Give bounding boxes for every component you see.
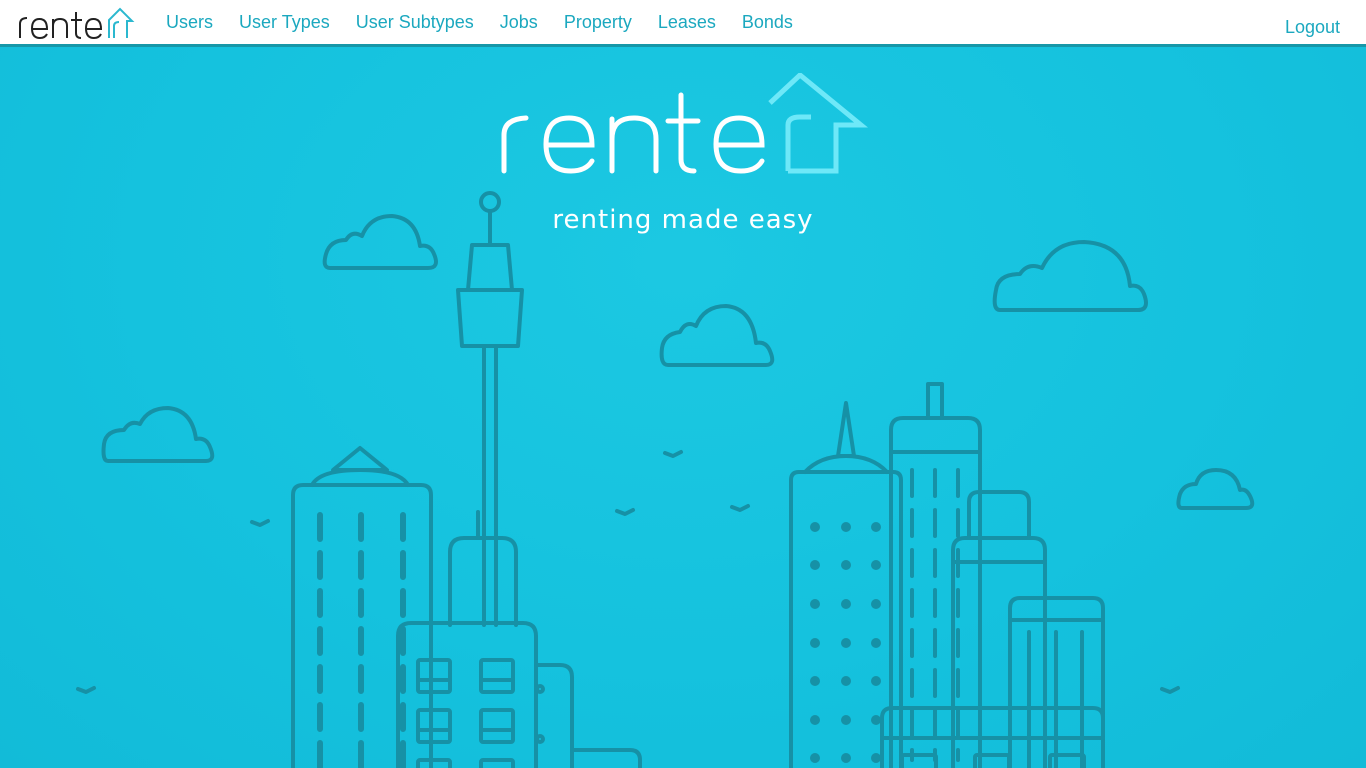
nav-property[interactable]: Property bbox=[551, 0, 645, 44]
bird-icon bbox=[76, 686, 96, 694]
brand-logo[interactable] bbox=[16, 4, 140, 42]
nav-user-types[interactable]: User Types bbox=[226, 0, 343, 44]
logout-link[interactable]: Logout bbox=[1285, 0, 1340, 44]
bird-icon bbox=[1160, 686, 1180, 694]
bird-icon bbox=[615, 508, 635, 516]
hero-banner: renting made easy bbox=[0, 47, 1366, 768]
main-nav: Users User Types User Subtypes Jobs Prop… bbox=[153, 0, 806, 44]
nav-jobs[interactable]: Jobs bbox=[487, 0, 551, 44]
bird-icon bbox=[250, 519, 270, 527]
nav-bonds[interactable]: Bonds bbox=[729, 0, 806, 44]
nav-users[interactable]: Users bbox=[153, 0, 226, 44]
hero-tagline: renting made easy bbox=[552, 205, 814, 235]
nav-user-subtypes[interactable]: User Subtypes bbox=[343, 0, 487, 44]
bird-icon bbox=[663, 450, 683, 458]
cloud-icon bbox=[1176, 468, 1255, 510]
cloud-icon bbox=[992, 240, 1148, 312]
top-navbar: Users User Types User Subtypes Jobs Prop… bbox=[0, 0, 1366, 47]
cloud-icon bbox=[659, 304, 775, 367]
nav-leases[interactable]: Leases bbox=[645, 0, 729, 44]
bird-icon bbox=[730, 504, 750, 512]
cloud-icon bbox=[101, 406, 215, 463]
renter-logo-icon bbox=[19, 7, 135, 40]
hero-renter-logo bbox=[501, 73, 868, 174]
